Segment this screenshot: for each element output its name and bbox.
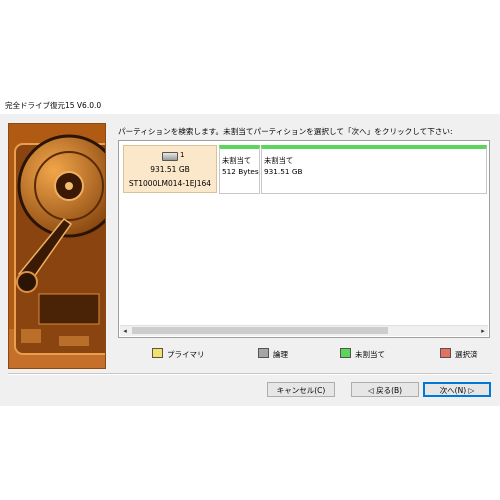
cancel-button[interactable]: キャンセル(C) [267, 382, 335, 397]
wizard-window: 完全ドライブ復元15 V6.0.0 パーティションを検索します。未割当てパーティ… [0, 96, 500, 406]
legend-swatch-primary [152, 348, 163, 358]
legend-swatch-unallocated [340, 348, 351, 358]
legend-selected: 選択済 [440, 348, 478, 360]
scroll-right-icon[interactable]: ▸ [478, 327, 488, 335]
partition-label: 未割当て [264, 156, 294, 165]
partition-size: 512 Bytes [222, 167, 259, 176]
back-button[interactable]: ◁ 戻る(B) [351, 382, 419, 397]
partition-unallocated-1[interactable]: 未割当て 512 Bytes [219, 145, 260, 194]
hard-drive-illustration [8, 123, 106, 369]
hard-drive-icon [162, 152, 178, 161]
horizontal-scrollbar[interactable]: ◂ ▸ [120, 325, 488, 336]
legend-label: プライマリ [167, 350, 205, 359]
scrollbar-thumb[interactable] [132, 327, 388, 334]
partition-size: 931.51 GB [264, 167, 303, 176]
legend-label: 選択済 [455, 350, 478, 359]
legend-logical: 論理 [258, 348, 288, 360]
next-button[interactable]: 次へ(N) ▷ [423, 382, 491, 397]
disk-number: 1 [180, 151, 185, 159]
disk-map-panel: 1 931.51 GB ST1000LM014-1EJ164 未割当て 512 … [118, 140, 490, 338]
window-title: 完全ドライブ復元15 V6.0.0 [5, 101, 102, 110]
legend-primary: プライマリ [152, 348, 205, 360]
separator [8, 373, 492, 375]
disk-card[interactable]: 1 931.51 GB ST1000LM014-1EJ164 [123, 145, 217, 193]
disk-size: 931.51 GB [150, 165, 190, 174]
disk-model: ST1000LM014-1EJ164 [128, 179, 212, 188]
partition-label: 未割当て [222, 156, 252, 165]
legend-swatch-selected [440, 348, 451, 358]
legend-label: 未割当て [355, 350, 385, 359]
legend-swatch-logical [258, 348, 269, 358]
legend-unallocated: 未割当て [340, 348, 385, 360]
legend-label: 論理 [273, 350, 288, 359]
title-bar: 完全ドライブ復元15 V6.0.0 [0, 96, 500, 114]
instruction-text: パーティションを検索します。未割当てパーティションを選択して「次へ」をクリックし… [118, 127, 453, 136]
partition-unallocated-2[interactable]: 未割当て 931.51 GB [261, 145, 487, 194]
scroll-left-icon[interactable]: ◂ [120, 327, 130, 335]
